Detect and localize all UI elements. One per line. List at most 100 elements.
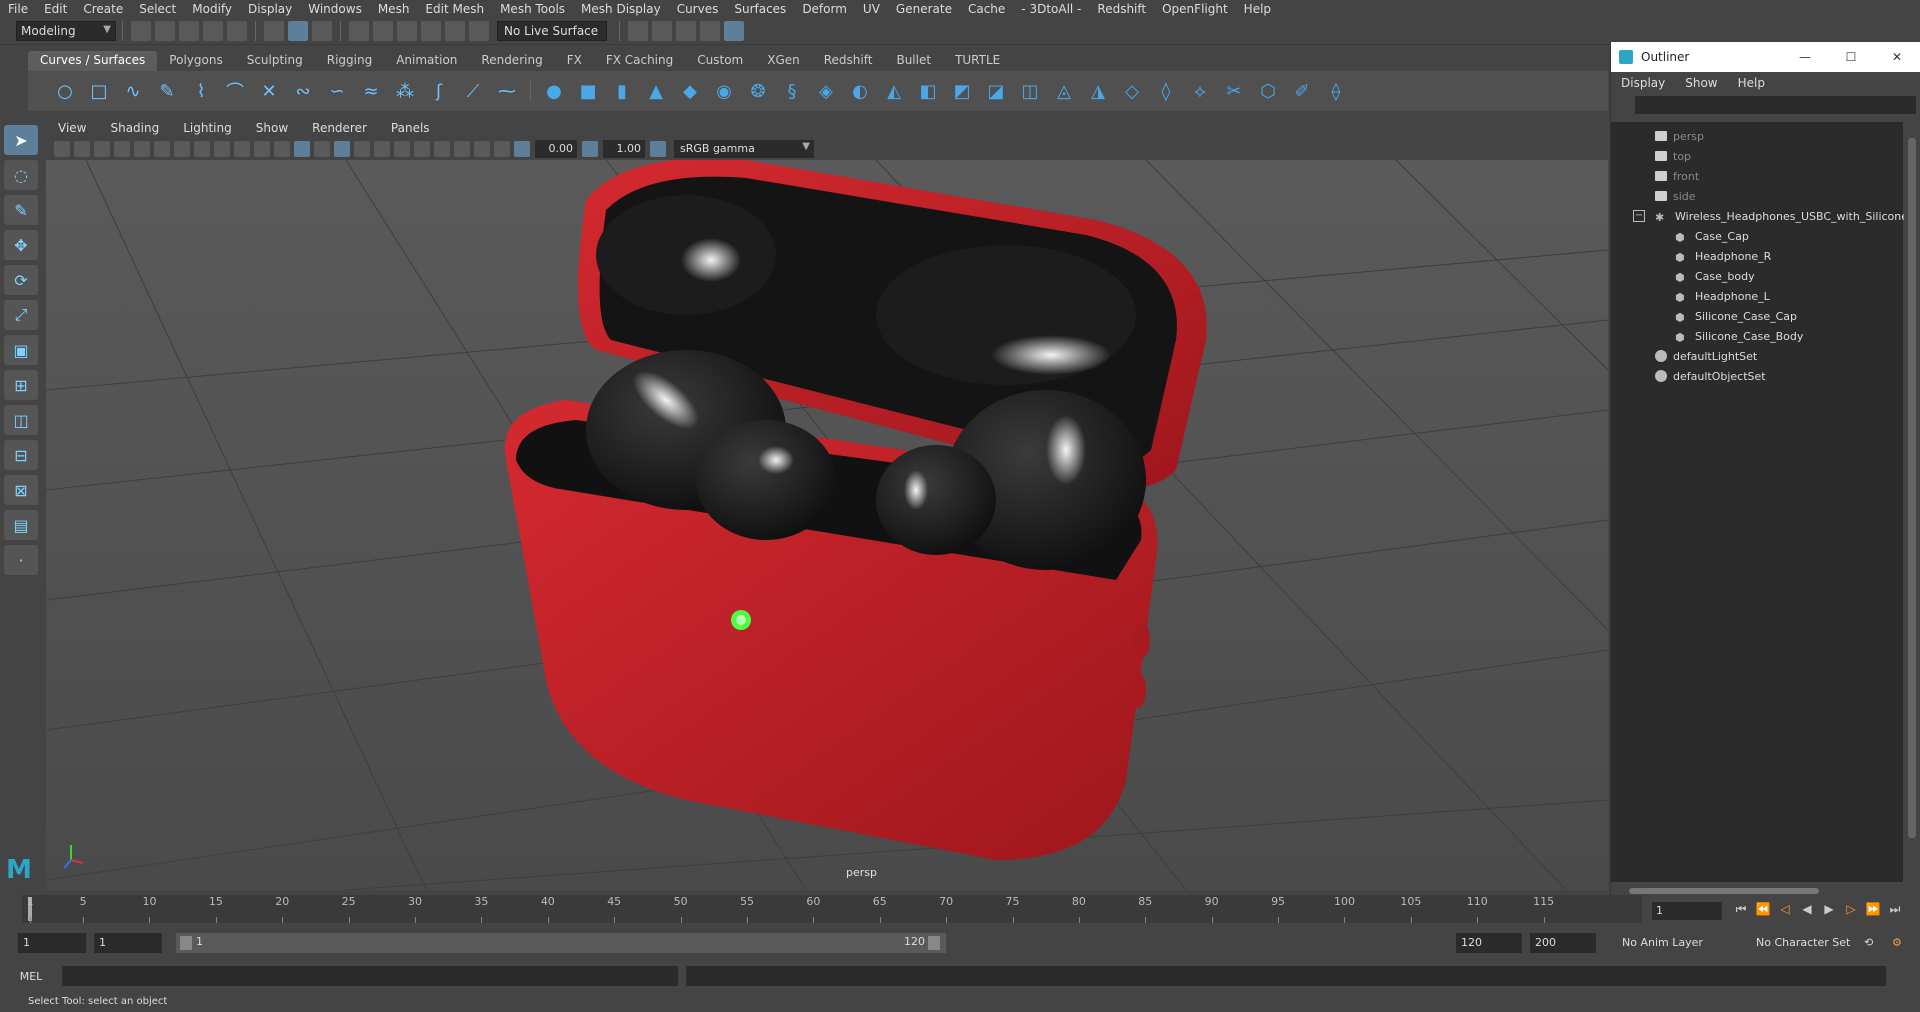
select-component-icon[interactable] [312,21,332,41]
menu-display[interactable]: Display [240,2,300,16]
tab-redshift[interactable]: Redshift [812,51,885,71]
time-slider[interactable]: 1 5 10 15 20 25 30 35 40 45 50 55 60 65 70 75 80 85 90 95 10… [22,895,1642,923]
curve-intersect-icon[interactable]: ✕ [257,79,281,103]
mode-dropdown[interactable]: Modeling ▼ [16,21,116,41]
snap-live-icon[interactable] [469,21,489,41]
open-scene-icon[interactable] [155,21,175,41]
viewport-3d[interactable]: persp [46,160,1608,890]
snap-surface-icon[interactable] [445,21,465,41]
render-settings-icon[interactable] [628,21,648,41]
smooth-shade-icon[interactable] [294,141,310,157]
rotate-tool-icon[interactable]: ⟳ [4,265,38,295]
surface-attach-icon[interactable]: ◊ [1154,79,1178,103]
panel-menu-panels[interactable]: Panels [379,121,442,135]
select-hierarchy-icon[interactable] [264,21,284,41]
surface-project-icon[interactable]: ◫ [1018,79,1042,103]
menu-mesh-tools[interactable]: Mesh Tools [492,2,573,16]
tab-fx[interactable]: FX [555,51,594,71]
outliner-item-side[interactable]: side [1655,186,1696,206]
film-gate-icon[interactable] [174,141,190,157]
maximize-icon[interactable]: ☐ [1828,50,1874,64]
snap-grid-icon[interactable] [349,21,369,41]
color-space-dropdown[interactable]: sRGB gamma ▼ [674,140,814,158]
color-management-icon[interactable] [650,141,666,157]
surface-detach-icon[interactable]: ⟡ [1188,79,1212,103]
play-forwards-icon[interactable]: ▶ [1818,902,1840,917]
anim-layer-dropdown[interactable]: No Anim Layer [1622,936,1703,949]
shadows-icon[interactable] [354,141,370,157]
exposure-field[interactable]: 0.00 [535,140,577,158]
curve-detach-icon[interactable]: ∽ [325,79,349,103]
more-layouts-icon[interactable]: · [4,545,38,575]
outliner-persp-icon[interactable]: ⊟ [4,440,38,470]
menu-select[interactable]: Select [131,2,184,16]
scroll-thumb[interactable] [1629,888,1819,894]
menu-create[interactable]: Create [75,2,131,16]
extrude-icon[interactable]: ◐ [848,79,872,103]
boundary-icon[interactable]: ◧ [916,79,940,103]
panel-menu-renderer[interactable]: Renderer [300,121,379,135]
live-surface-field[interactable]: No Live Surface [497,21,607,41]
snap-point-icon[interactable] [397,21,417,41]
move-tool-icon[interactable]: ✥ [4,230,38,260]
planar-icon[interactable]: ◈ [814,79,838,103]
gate-mask-icon[interactable] [214,141,230,157]
outliner-menu-show[interactable]: Show [1675,76,1727,90]
redo-icon[interactable] [227,21,247,41]
go-to-end-icon[interactable]: ⏭ [1884,902,1906,917]
menu-mesh-display[interactable]: Mesh Display [573,2,669,16]
range-start-handle[interactable] [180,936,192,950]
hypershade-icon[interactable] [724,21,744,41]
menu-file[interactable]: File [0,2,36,16]
scale-tool-icon[interactable]: ⤢ [4,300,38,330]
bezier-curve-icon[interactable]: ⌇ [189,79,213,103]
tab-rigging[interactable]: Rigging [315,51,384,71]
convert-icon[interactable]: ⟠ [1324,79,1348,103]
character-set-dropdown[interactable]: No Character Set [1756,936,1850,949]
tab-polygons[interactable]: Polygons [157,51,234,71]
pencil-curve-icon[interactable]: ✎ [155,79,179,103]
outliner-item-defaultlightset[interactable]: defaultLightSet [1655,346,1757,366]
outliner-item-silicone-case-cap[interactable]: ⬢ Silicone_Case_Cap [1675,306,1797,326]
playback-start-field[interactable]: 1 [94,933,162,953]
animation-start-field[interactable]: 1 [18,933,86,953]
surface-stitch-icon[interactable]: ✂ [1222,79,1246,103]
side-by-side-icon[interactable]: ◫ [4,405,38,435]
outliner-item-defaultobjectset[interactable]: defaultObjectSet [1655,366,1766,386]
nurbs-torus-icon[interactable]: ◉ [712,79,736,103]
wireframe-icon[interactable] [274,141,290,157]
outliner-titlebar[interactable]: Outliner — ☐ ✕ [1611,42,1920,72]
nurbs-circle-icon[interactable]: ○ [53,79,77,103]
menu-modify[interactable]: Modify [184,2,240,16]
menu-cache[interactable]: Cache [960,2,1013,16]
outliner-vertical-scrollbar[interactable] [1904,122,1920,882]
curve-extend-icon[interactable]: ⟋ [461,79,485,103]
close-icon[interactable]: ✕ [1874,50,1920,64]
outliner-item-front[interactable]: front [1655,166,1699,186]
curve-fillet-icon[interactable]: ʃ [427,79,451,103]
panel-menu-view[interactable]: View [46,121,98,135]
tab-animation[interactable]: Animation [384,51,469,71]
nurbs-cylinder-icon[interactable]: ▮ [610,79,634,103]
antialiasing-icon[interactable] [414,141,430,157]
motion-blur-icon[interactable] [394,141,410,157]
tab-bullet[interactable]: Bullet [884,51,943,71]
exposure-icon[interactable] [514,141,530,157]
surface-trim-icon[interactable]: ◬ [1052,79,1076,103]
undo-icon[interactable] [203,21,223,41]
menu-uv[interactable]: UV [855,2,888,16]
new-scene-icon[interactable] [131,21,151,41]
bevel-icon[interactable]: ◪ [984,79,1008,103]
field-chart-icon[interactable] [234,141,250,157]
curve-rebuild-icon[interactable]: ⁂ [393,79,417,103]
ep-curve-icon[interactable]: ∿ [121,79,145,103]
single-view-icon[interactable]: ▣ [4,335,38,365]
tab-turtle[interactable]: TURTLE [943,51,1012,71]
curve-offset-icon[interactable]: ≈ [359,79,383,103]
save-scene-icon[interactable] [179,21,199,41]
menu-windows[interactable]: Windows [300,2,370,16]
tab-custom[interactable]: Custom [685,51,755,71]
grease-pencil-icon[interactable] [134,141,150,157]
outliner-menu-help[interactable]: Help [1728,76,1775,90]
step-back-key-icon[interactable]: ⏪ [1752,902,1774,917]
